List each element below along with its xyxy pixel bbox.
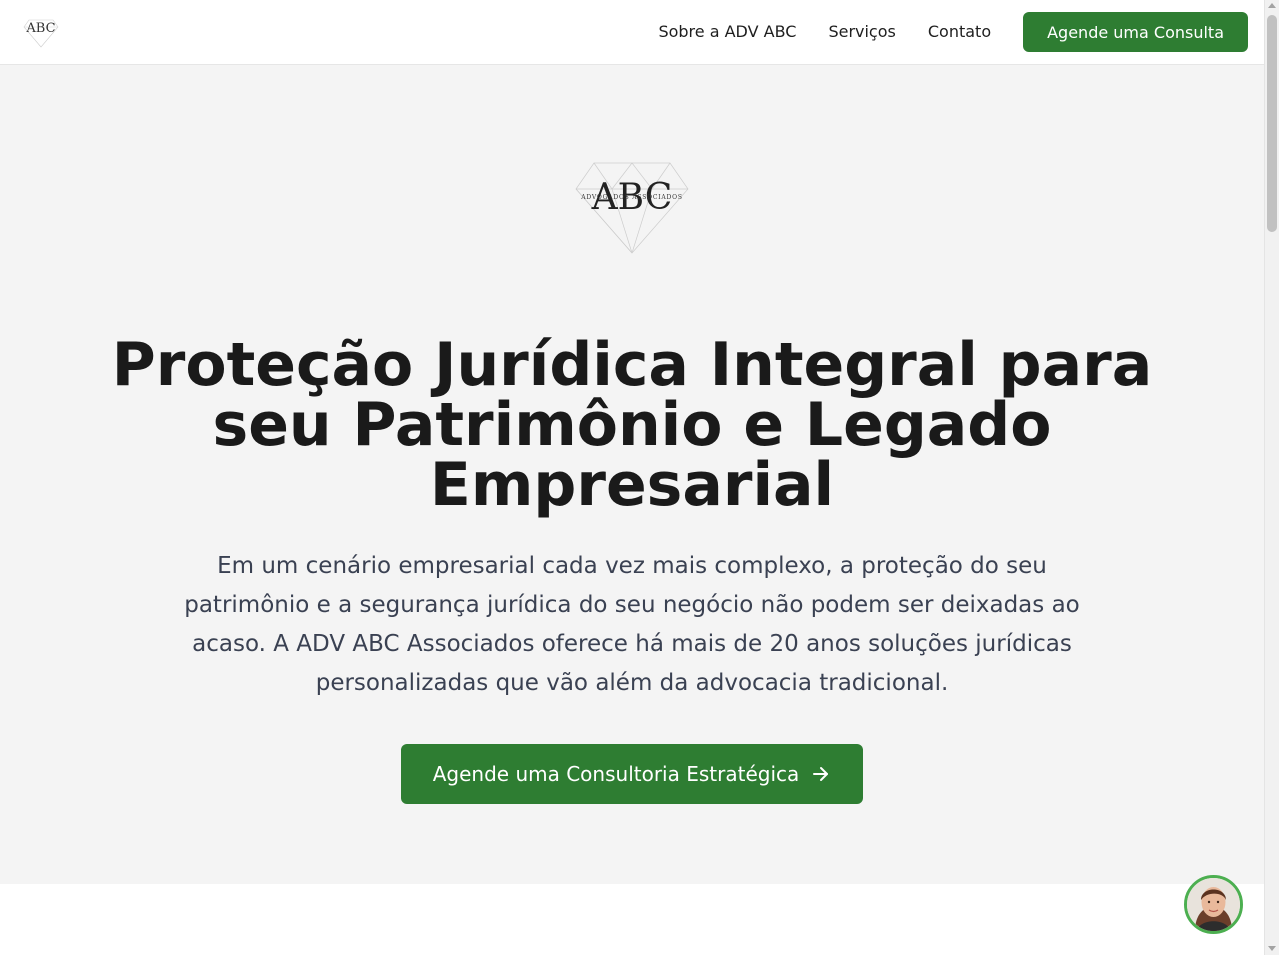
scroll-up-arrow-icon[interactable]	[1268, 3, 1276, 8]
chat-avatar-icon	[1187, 878, 1240, 931]
next-section	[0, 884, 1264, 955]
arrow-right-icon	[813, 767, 829, 781]
vertical-scrollbar[interactable]	[1264, 0, 1279, 955]
hero-title: Proteção Jurídica Integral para seu Patr…	[111, 330, 1153, 520]
abc-logo-icon: ABC	[23, 19, 59, 48]
header-logo[interactable]: ABC	[20, 15, 62, 49]
nav-link-sobre[interactable]: Sobre a ADV ABC	[658, 22, 796, 42]
abc-diamond-logo-icon: ABC ADVOGADOS ASSOCIADOS	[575, 162, 689, 254]
hero-section: ABC ADVOGADOS ASSOCIADOS Proteção Jurídi…	[0, 65, 1264, 884]
logo-small-text: ABC	[25, 21, 55, 36]
scroll-thumb[interactable]	[1267, 15, 1277, 232]
schedule-strategic-consulting-button[interactable]: Agende uma Consultoria Estratégica	[401, 744, 863, 804]
logo-subtext: ADVOGADOS ASSOCIADOS	[580, 194, 683, 201]
scroll-down-arrow-icon[interactable]	[1268, 946, 1276, 951]
hero-cta-label: Agende uma Consultoria Estratégica	[432, 762, 800, 786]
chat-avatar-button[interactable]	[1184, 875, 1243, 934]
nav-link-contato[interactable]: Contato	[928, 22, 991, 42]
site-header: ABC Sobre a ADV ABC Serviços Contato Age…	[0, 0, 1264, 65]
hero-description: Em um cenário empresarial cada vez mais …	[184, 553, 1080, 696]
main-nav: Sobre a ADV ABC Serviços Contato Agende …	[658, 12, 1248, 52]
page: ABC Sobre a ADV ABC Serviços Contato Age…	[0, 0, 1279, 955]
schedule-consultation-button[interactable]: Agende uma Consulta	[1023, 12, 1248, 52]
nav-link-servicos[interactable]: Serviços	[828, 22, 895, 42]
